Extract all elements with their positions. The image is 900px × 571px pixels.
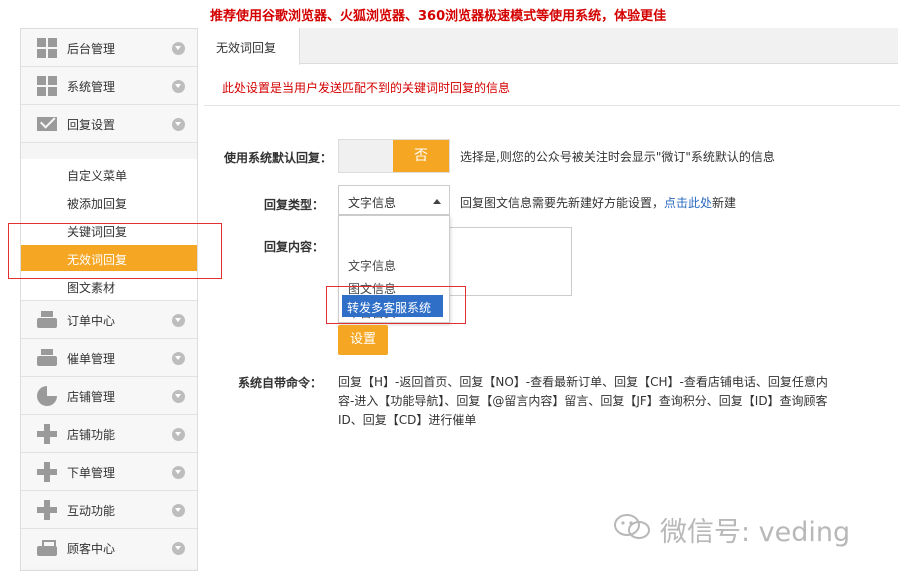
- mail-icon: [37, 114, 57, 134]
- printer-icon: [37, 348, 57, 368]
- inbox-icon: [37, 538, 57, 558]
- grid-icon: [37, 76, 57, 96]
- chevron-down-icon: [172, 428, 185, 441]
- option-text[interactable]: 文字信息: [339, 253, 449, 275]
- default-reply-label: 使用系统默认回复：: [224, 151, 333, 165]
- highlight-annotation-option: [326, 286, 466, 324]
- toggle-value: 否: [393, 140, 449, 172]
- wechat-logo-icon: [614, 514, 650, 539]
- sidebar-item-customers[interactable]: 顾客中心: [21, 529, 197, 567]
- reply-content-label: 回复内容：: [264, 240, 325, 254]
- default-reply-toggle[interactable]: 否: [338, 139, 450, 173]
- chevron-down-icon: [172, 314, 185, 327]
- reply-type-label: 回复类型：: [264, 198, 325, 212]
- watermark-text: 微信号: veding: [660, 517, 851, 548]
- sidebar: 后台管理 系统管理 回复设置 自定义菜单 被添加回复 关键词回复 无效词回复 图…: [20, 28, 198, 571]
- sidebar-item-store-management[interactable]: 店铺管理: [21, 377, 197, 415]
- highlight-annotation-sidebar: [8, 223, 222, 279]
- browser-recommendation-notice: 推荐使用谷歌浏览器、火狐浏览器、360浏览器极速模式等使用系统，体验更佳: [210, 9, 667, 24]
- main-panel: 无效词回复 此处设置是当用户发送匹配不到的关键词时回复的信息 使用系统默认回复：…: [198, 28, 900, 571]
- chevron-down-icon: [172, 542, 185, 555]
- plus-icon: [37, 500, 57, 520]
- chevron-down-icon: [172, 466, 185, 479]
- pie-chart-icon: [37, 386, 57, 406]
- plus-icon: [37, 462, 57, 482]
- commands-text: 回复【H】-返回首页、回复【NO】-查看最新订单、回复【CH】-查看店铺电话、回…: [338, 375, 828, 427]
- sidebar-item-interaction[interactable]: 互动功能: [21, 491, 197, 529]
- commands-label: 系统自带命令：: [238, 376, 323, 390]
- default-reply-hint: 选择是,则您的公众号被关注时会显示"微订"系统默认的信息: [460, 150, 775, 164]
- printer-icon: [37, 310, 57, 330]
- sidebar-item-reminders[interactable]: 催单管理: [21, 339, 197, 377]
- create-news-link[interactable]: 点击此处: [664, 196, 712, 210]
- submenu-custom-menu[interactable]: 自定义菜单: [21, 161, 197, 187]
- chevron-down-icon: [172, 42, 185, 55]
- tab-invalid-word-reply[interactable]: 无效词回复: [198, 28, 300, 65]
- sidebar-item-orders[interactable]: 订单中心: [21, 301, 197, 339]
- chevron-down-icon: [172, 80, 185, 93]
- sidebar-item-store-functions[interactable]: 店铺功能: [21, 415, 197, 453]
- divider: [204, 105, 900, 106]
- tab-bar: 无效词回复: [198, 28, 898, 65]
- chevron-down-icon: [172, 390, 185, 403]
- sidebar-item-admin[interactable]: 后台管理: [21, 29, 197, 67]
- sidebar-item-reply-settings[interactable]: 回复设置: [21, 105, 197, 143]
- page-tip: 此处设置是当用户发送匹配不到的关键词时回复的信息: [222, 81, 511, 95]
- set-button[interactable]: 设置: [338, 325, 388, 355]
- watermark: 微信号: veding: [612, 506, 892, 548]
- submenu-follow-reply[interactable]: 被添加回复: [21, 189, 197, 215]
- grid-icon: [37, 38, 57, 58]
- sidebar-item-ordering[interactable]: 下单管理: [21, 453, 197, 491]
- reply-type-hint: 回复图文信息需要先新建好方能设置，点击此处新建: [460, 196, 737, 210]
- reply-type-select[interactable]: 文字信息: [338, 185, 450, 215]
- plus-icon: [37, 424, 57, 444]
- chevron-down-icon: [172, 352, 185, 365]
- sidebar-item-system[interactable]: 系统管理: [21, 67, 197, 105]
- chevron-down-icon: [172, 118, 185, 131]
- caret-up-icon: [433, 199, 441, 204]
- chevron-down-icon: [172, 504, 185, 517]
